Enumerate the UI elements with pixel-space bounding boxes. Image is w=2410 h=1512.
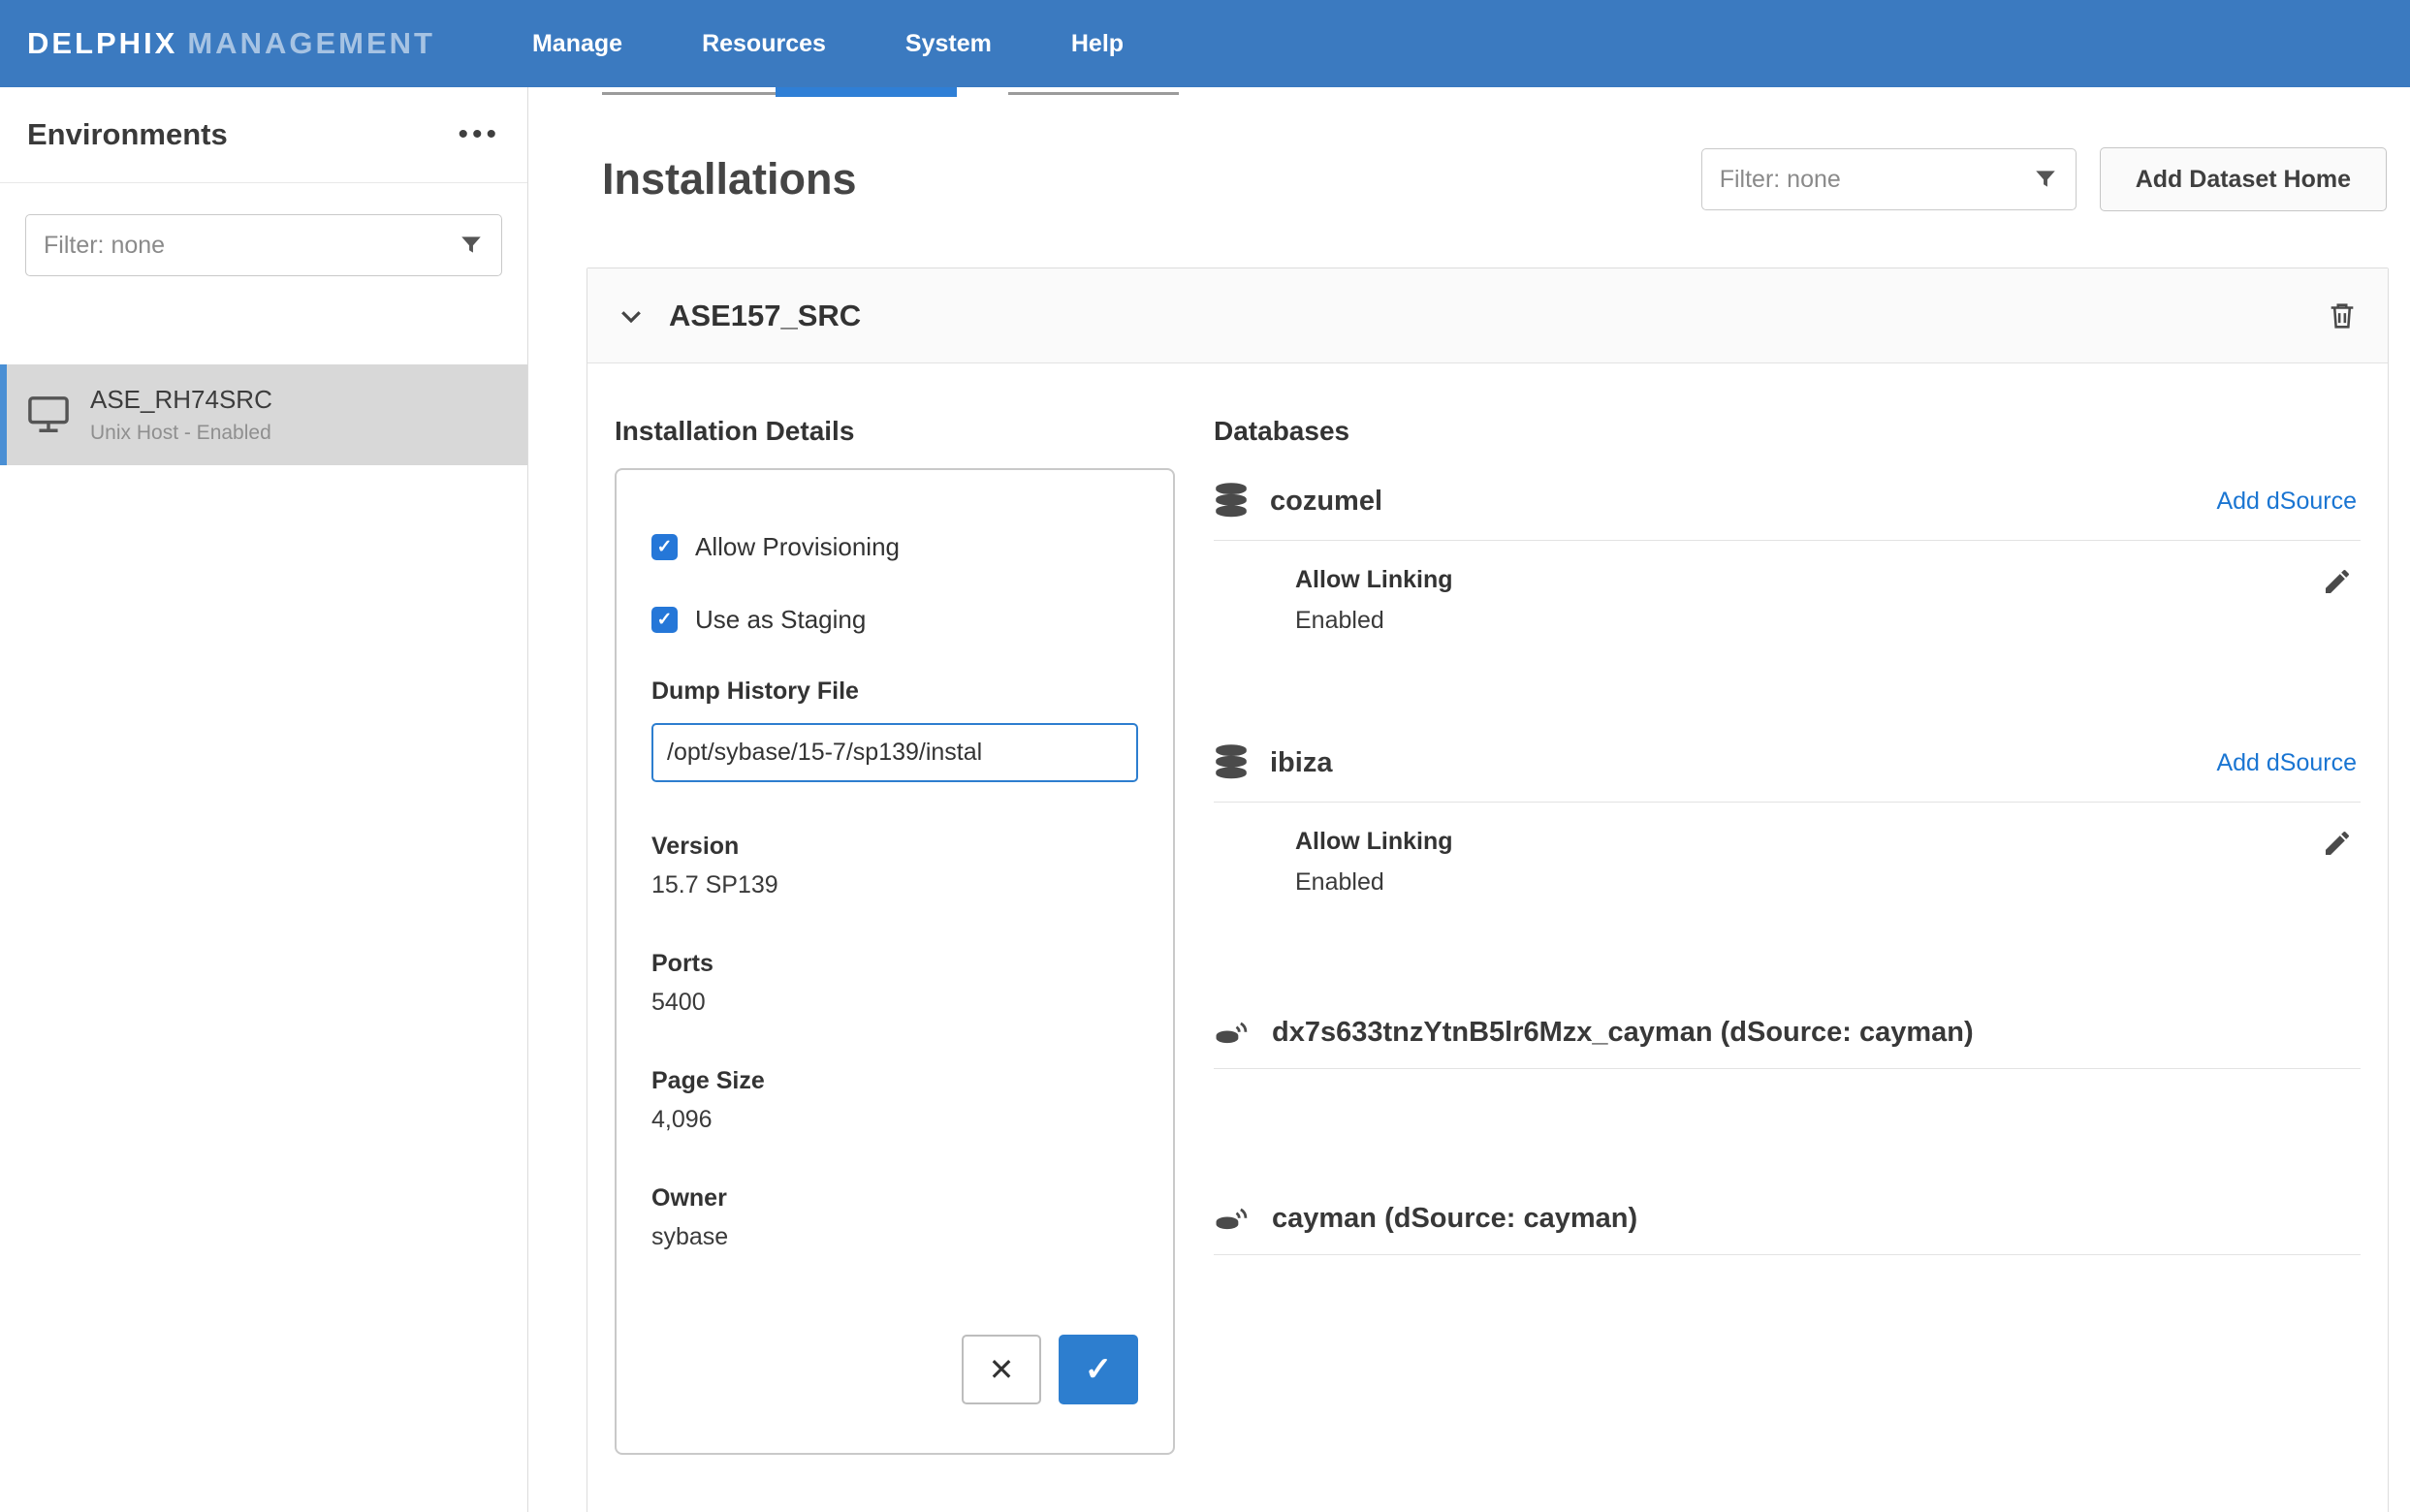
add-dsource-link[interactable]: Add dSource — [2216, 488, 2361, 516]
database-entry-dx7s-cayman: dx7s633tnzYtnB5lr6Mzx_cayman (dSource: c… — [1214, 1017, 2361, 1069]
sidebar-filter-input[interactable] — [44, 232, 447, 260]
installations-filter[interactable] — [1701, 148, 2077, 210]
installation-card-body: Installation Details ✓ Allow Provisionin… — [587, 363, 2388, 1512]
edit-pencil-icon[interactable] — [2322, 828, 2353, 864]
database-icon — [1214, 743, 1249, 782]
nav-item-resources[interactable]: Resources — [698, 20, 830, 68]
installation-card: ASE157_SRC Installation Details ✓ Allow … — [587, 268, 2389, 1512]
database-name: dx7s633tnzYtnB5lr6Mzx_cayman (dSource: c… — [1272, 1017, 1974, 1049]
use-as-staging-checkbox[interactable]: ✓ — [651, 607, 678, 633]
add-dsource-link[interactable]: Add dSource — [2216, 749, 2361, 777]
sidebar-title: Environments — [27, 117, 228, 152]
app-root: DELPHIX MANAGEMENT Manage Resources Syste… — [0, 0, 2410, 1512]
database-name: cayman (dSource: cayman) — [1272, 1203, 1637, 1235]
details-action-buttons: ✕ ✓ — [651, 1335, 1138, 1404]
allow-linking-value: Enabled — [1295, 868, 2293, 897]
allow-provisioning-row: ✓ Allow Provisioning — [651, 532, 1138, 562]
databases-column: Databases cozumel Add dSource — [1214, 416, 2361, 1455]
use-as-staging-label: Use as Staging — [695, 605, 866, 635]
tab-fragment-active[interactable] — [776, 87, 957, 97]
databases-heading: Databases — [1214, 416, 2361, 447]
main-nav: Manage Resources System Help — [528, 20, 1127, 68]
nav-item-manage[interactable]: Manage — [528, 20, 626, 68]
database-entry-header: ibiza Add dSource — [1214, 743, 2361, 803]
host-icon — [26, 394, 71, 435]
installation-details-heading: Installation Details — [615, 416, 1175, 447]
owner-label: Owner — [651, 1184, 1138, 1213]
database-entry-details: Allow Linking Enabled — [1214, 566, 2361, 635]
top-navbar: DELPHIX MANAGEMENT Manage Resources Syste… — [0, 0, 2410, 87]
owner-value: sybase — [651, 1223, 1138, 1251]
environments-sidebar: Environments ••• ASE_RH74SRC Unix Host -… — [0, 87, 528, 1512]
allow-linking-label: Allow Linking — [1295, 828, 2293, 856]
sidebar-header: Environments ••• — [0, 87, 527, 183]
sidebar-filter[interactable] — [25, 214, 502, 276]
main-content: Installations Add Dataset Home ASE157_SR… — [528, 87, 2410, 1512]
tab-fragment-left[interactable] — [602, 92, 776, 95]
logo-primary: DELPHIX — [27, 26, 177, 60]
database-entry-header: cayman (dSource: cayman) — [1214, 1203, 2361, 1255]
env-item-texts: ASE_RH74SRC Unix Host - Enabled — [90, 385, 272, 445]
page-title: Installations — [602, 154, 857, 205]
add-dataset-home-button[interactable]: Add Dataset Home — [2100, 147, 2387, 211]
version-value: 15.7 SP139 — [651, 871, 1138, 899]
installation-details-panel: ✓ Allow Provisioning ✓ Use as Staging Du… — [615, 468, 1175, 1455]
database-entry-ibiza: ibiza Add dSource Allow Linking Enabled — [1214, 743, 2361, 897]
logo-secondary: MANAGEMENT — [187, 26, 435, 60]
allow-linking-label: Allow Linking — [1295, 566, 2293, 594]
page-size-value: 4,096 — [651, 1106, 1138, 1134]
tab-fragment-right[interactable] — [1008, 92, 1179, 95]
database-name: ibiza — [1270, 747, 1332, 779]
ports-label: Ports — [651, 950, 1138, 978]
sidebar-item-ase-rh74src[interactable]: ASE_RH74SRC Unix Host - Enabled — [0, 364, 527, 465]
delphix-logo: DELPHIX MANAGEMENT — [27, 26, 435, 61]
database-entry-cozumel: cozumel Add dSource Allow Linking Enable… — [1214, 482, 2361, 635]
dump-history-file-label: Dump History File — [651, 677, 1138, 706]
database-entry-details: Allow Linking Enabled — [1214, 828, 2361, 897]
ports-value: 5400 — [651, 989, 1138, 1017]
allow-linking-value: Enabled — [1295, 607, 2293, 635]
dsource-icon — [1214, 1018, 1251, 1049]
nav-item-system[interactable]: System — [902, 20, 996, 68]
env-item-status: Unix Host - Enabled — [90, 422, 272, 445]
env-item-name: ASE_RH74SRC — [90, 385, 272, 415]
main-header: Installations Add Dataset Home — [587, 147, 2410, 211]
cancel-button[interactable]: ✕ — [962, 1335, 1041, 1404]
header-actions: Add Dataset Home — [1701, 147, 2387, 211]
database-icon — [1214, 482, 1249, 520]
allow-provisioning-label: Allow Provisioning — [695, 532, 900, 562]
version-label: Version — [651, 833, 1138, 861]
confirm-button[interactable]: ✓ — [1059, 1335, 1138, 1404]
page-size-label: Page Size — [651, 1067, 1138, 1095]
installation-details-column: Installation Details ✓ Allow Provisionin… — [615, 416, 1175, 1455]
dump-history-file-input[interactable] — [651, 723, 1138, 782]
filter-funnel-icon[interactable] — [2033, 167, 2058, 192]
trash-icon[interactable] — [2326, 299, 2359, 332]
page-body: Environments ••• ASE_RH74SRC Unix Host -… — [0, 87, 2410, 1512]
database-entry-header: dx7s633tnzYtnB5lr6Mzx_cayman (dSource: c… — [1214, 1017, 2361, 1069]
allow-provisioning-checkbox[interactable]: ✓ — [651, 534, 678, 560]
edit-pencil-icon[interactable] — [2322, 566, 2353, 602]
installations-filter-input[interactable] — [1720, 166, 2021, 194]
installation-card-header[interactable]: ASE157_SRC — [587, 268, 2388, 363]
use-as-staging-row: ✓ Use as Staging — [651, 605, 1138, 635]
chevron-down-icon[interactable] — [617, 301, 646, 331]
nav-item-help[interactable]: Help — [1067, 20, 1127, 68]
filter-funnel-icon[interactable] — [459, 233, 484, 258]
database-entry-cayman: cayman (dSource: cayman) — [1214, 1203, 2361, 1255]
database-entry-header: cozumel Add dSource — [1214, 482, 2361, 541]
ellipsis-menu-icon[interactable]: ••• — [458, 120, 500, 149]
database-name: cozumel — [1270, 486, 1382, 518]
dsource-icon — [1214, 1204, 1251, 1235]
installation-name: ASE157_SRC — [669, 299, 861, 333]
